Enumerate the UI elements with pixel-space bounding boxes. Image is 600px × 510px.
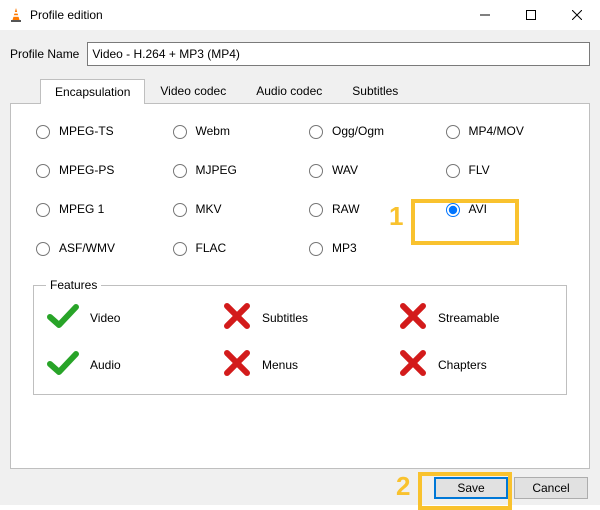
minimize-button[interactable] bbox=[462, 0, 508, 30]
encaps-option-mpeg-ps[interactable]: MPEG-PS bbox=[31, 161, 160, 178]
encaps-option-webm[interactable]: Webm bbox=[168, 122, 297, 139]
feature-label: Streamable bbox=[438, 311, 499, 325]
encapsulation-radio-grid: MPEG-TS Webm Ogg/Ogm MP4/MOV MPEG-PS MJPEG WAV… bbox=[31, 122, 569, 256]
save-button[interactable]: Save bbox=[434, 477, 508, 499]
window-title: Profile edition bbox=[30, 8, 103, 22]
feature-label: Menus bbox=[262, 358, 298, 372]
encaps-label: ASF/WMV bbox=[59, 241, 115, 255]
encaps-label: MPEG-TS bbox=[59, 124, 114, 138]
encaps-option-mpeg-ts[interactable]: MPEG-TS bbox=[31, 122, 160, 139]
profile-name-row: Profile Name bbox=[10, 42, 590, 66]
profile-name-label: Profile Name bbox=[10, 47, 79, 61]
tab-encapsulation[interactable]: Encapsulation bbox=[40, 79, 145, 104]
encaps-label: MP4/MOV bbox=[469, 124, 524, 138]
encaps-radio[interactable] bbox=[36, 203, 50, 217]
encaps-option-mpeg-1[interactable]: MPEG 1 bbox=[31, 200, 160, 217]
encaps-option-flac[interactable]: FLAC bbox=[168, 239, 297, 256]
encaps-label: WAV bbox=[332, 163, 358, 177]
encaps-option-avi[interactable]: AVI bbox=[441, 200, 570, 217]
encaps-radio[interactable] bbox=[36, 164, 50, 178]
cross-icon bbox=[222, 349, 252, 380]
client-area: Profile Name Encapsulation Video codec A… bbox=[0, 30, 600, 505]
encaps-label: AVI bbox=[469, 202, 487, 216]
feature-label: Video bbox=[90, 311, 120, 325]
tab-audio-codec[interactable]: Audio codec bbox=[241, 78, 337, 103]
encaps-label: FLV bbox=[469, 163, 490, 177]
encaps-label: FLAC bbox=[196, 241, 227, 255]
encaps-label: MPEG 1 bbox=[59, 202, 104, 216]
cross-icon bbox=[222, 302, 252, 333]
encaps-label: MKV bbox=[196, 202, 222, 216]
encaps-radio[interactable] bbox=[309, 164, 323, 178]
feature-video: Video bbox=[46, 302, 202, 333]
encaps-radio[interactable] bbox=[309, 125, 323, 139]
encaps-label: Ogg/Ogm bbox=[332, 124, 384, 138]
feature-chapters: Chapters bbox=[398, 349, 554, 380]
encaps-option-mp4-mov[interactable]: MP4/MOV bbox=[441, 122, 570, 139]
encaps-radio[interactable] bbox=[173, 242, 187, 256]
encaps-radio[interactable] bbox=[309, 242, 323, 256]
feature-menus: Menus bbox=[222, 349, 378, 380]
encaps-radio[interactable] bbox=[36, 242, 50, 256]
dialog-button-row: 2 Save Cancel bbox=[10, 469, 590, 501]
tab-area: Encapsulation Video codec Audio codec Su… bbox=[10, 78, 590, 469]
tab-subtitles[interactable]: Subtitles bbox=[337, 78, 413, 103]
encaps-label: MJPEG bbox=[196, 163, 237, 177]
feature-label: Subtitles bbox=[262, 311, 308, 325]
feature-audio: Audio bbox=[46, 349, 202, 380]
encaps-radio[interactable] bbox=[446, 164, 460, 178]
features-legend: Features bbox=[46, 278, 101, 292]
encaps-radio[interactable] bbox=[173, 203, 187, 217]
profile-name-input[interactable] bbox=[87, 42, 590, 66]
encaps-radio[interactable] bbox=[36, 125, 50, 139]
check-icon bbox=[46, 302, 80, 333]
encaps-option-asf-wmv[interactable]: ASF/WMV bbox=[31, 239, 160, 256]
cross-icon bbox=[398, 302, 428, 333]
tab-strip: Encapsulation Video codec Audio codec Su… bbox=[10, 78, 590, 103]
features-group: Features Video Subtitles Streamable Audio Me… bbox=[33, 278, 567, 395]
titlebar: Profile edition bbox=[0, 0, 600, 30]
feature-label: Chapters bbox=[438, 358, 487, 372]
window-controls bbox=[462, 0, 600, 30]
tab-panel-encapsulation: MPEG-TS Webm Ogg/Ogm MP4/MOV MPEG-PS MJPEG WAV… bbox=[10, 103, 590, 469]
encaps-option-mjpeg[interactable]: MJPEG bbox=[168, 161, 297, 178]
encaps-option-wav[interactable]: WAV bbox=[304, 161, 433, 178]
feature-streamable: Streamable bbox=[398, 302, 554, 333]
features-grid: Video Subtitles Streamable Audio Menus Chapte… bbox=[46, 302, 554, 380]
encaps-label: MPEG-PS bbox=[59, 163, 114, 177]
encaps-label: RAW bbox=[332, 202, 360, 216]
encaps-option-ogg-ogm[interactable]: Ogg/Ogm bbox=[304, 122, 433, 139]
check-icon bbox=[46, 349, 80, 380]
window: Profile edition Profile Name bbox=[0, 0, 600, 505]
encaps-radio[interactable] bbox=[173, 164, 187, 178]
annotation-number-2: 2 bbox=[396, 471, 410, 502]
encaps-option-flv[interactable]: FLV bbox=[441, 161, 570, 178]
encaps-option-mkv[interactable]: MKV bbox=[168, 200, 297, 217]
maximize-button[interactable] bbox=[508, 0, 554, 30]
app-cone-icon bbox=[8, 7, 24, 23]
encaps-label: Webm bbox=[196, 124, 230, 138]
tab-video-codec[interactable]: Video codec bbox=[145, 78, 241, 103]
feature-subtitles: Subtitles bbox=[222, 302, 378, 333]
encaps-option-raw[interactable]: RAW bbox=[304, 200, 433, 217]
cross-icon bbox=[398, 349, 428, 380]
cancel-button[interactable]: Cancel bbox=[514, 477, 588, 499]
encaps-radio[interactable] bbox=[173, 125, 187, 139]
feature-label: Audio bbox=[90, 358, 121, 372]
encaps-option-mp3[interactable]: MP3 bbox=[304, 239, 433, 256]
encaps-radio[interactable] bbox=[446, 203, 460, 217]
encaps-radio[interactable] bbox=[309, 203, 323, 217]
close-button[interactable] bbox=[554, 0, 600, 30]
encaps-radio[interactable] bbox=[446, 125, 460, 139]
encaps-label: MP3 bbox=[332, 241, 357, 255]
